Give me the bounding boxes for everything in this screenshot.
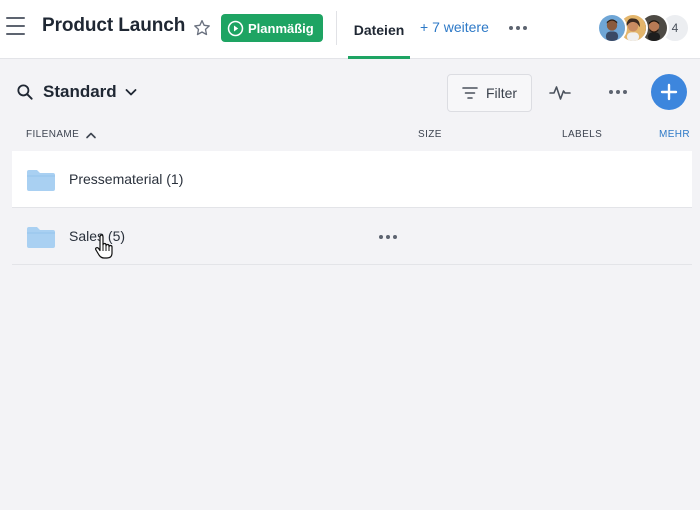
folder-icon bbox=[27, 227, 55, 248]
avatar[interactable] bbox=[597, 13, 627, 43]
filter-label: Filter bbox=[485, 85, 518, 101]
status-label: Planmäßig bbox=[248, 20, 314, 36]
table-row[interactable]: Pressematerial (1) bbox=[12, 151, 692, 208]
folder-icon bbox=[27, 170, 55, 191]
chevron-down-icon bbox=[125, 89, 137, 96]
more-horizontal-icon[interactable] bbox=[508, 20, 528, 36]
menu-icon[interactable] bbox=[6, 17, 26, 35]
column-header-filename[interactable]: FILENAME bbox=[26, 129, 97, 140]
star-icon[interactable] bbox=[192, 18, 212, 38]
add-button[interactable] bbox=[651, 74, 687, 110]
column-label-filename: FILENAME bbox=[26, 129, 80, 140]
sort-ascending-icon bbox=[86, 132, 97, 138]
view-name: Standard bbox=[43, 82, 117, 101]
header-divider bbox=[336, 11, 337, 45]
top-bar: Product Launch Planmäßig Dateien + 7 wei… bbox=[0, 0, 700, 59]
tab-files[interactable]: Dateien bbox=[348, 0, 410, 59]
more-horizontal-icon[interactable] bbox=[606, 84, 630, 100]
row-more-icon[interactable] bbox=[376, 229, 400, 245]
activity-icon[interactable] bbox=[548, 82, 572, 104]
active-tab-indicator bbox=[348, 56, 410, 59]
filter-button[interactable]: Filter bbox=[447, 74, 532, 112]
project-title: Product Launch bbox=[42, 15, 186, 36]
search-icon[interactable] bbox=[16, 83, 34, 101]
column-header-more[interactable]: MEHR bbox=[659, 129, 690, 140]
more-tabs-link[interactable]: + 7 weitere bbox=[420, 19, 489, 35]
column-header-labels[interactable]: LABELS bbox=[562, 129, 602, 140]
folder-name[interactable]: Pressematerial (1) bbox=[69, 171, 183, 187]
folder-name[interactable]: Sales (5) bbox=[69, 228, 125, 244]
table-row[interactable]: Sales (5) bbox=[12, 208, 692, 265]
play-circle-icon bbox=[227, 20, 244, 36]
column-header-size[interactable]: SIZE bbox=[418, 129, 442, 140]
status-badge[interactable]: Planmäßig bbox=[221, 14, 323, 42]
plus-icon bbox=[660, 83, 678, 101]
view-selector[interactable]: Standard bbox=[43, 81, 138, 103]
filter-icon bbox=[462, 87, 478, 99]
